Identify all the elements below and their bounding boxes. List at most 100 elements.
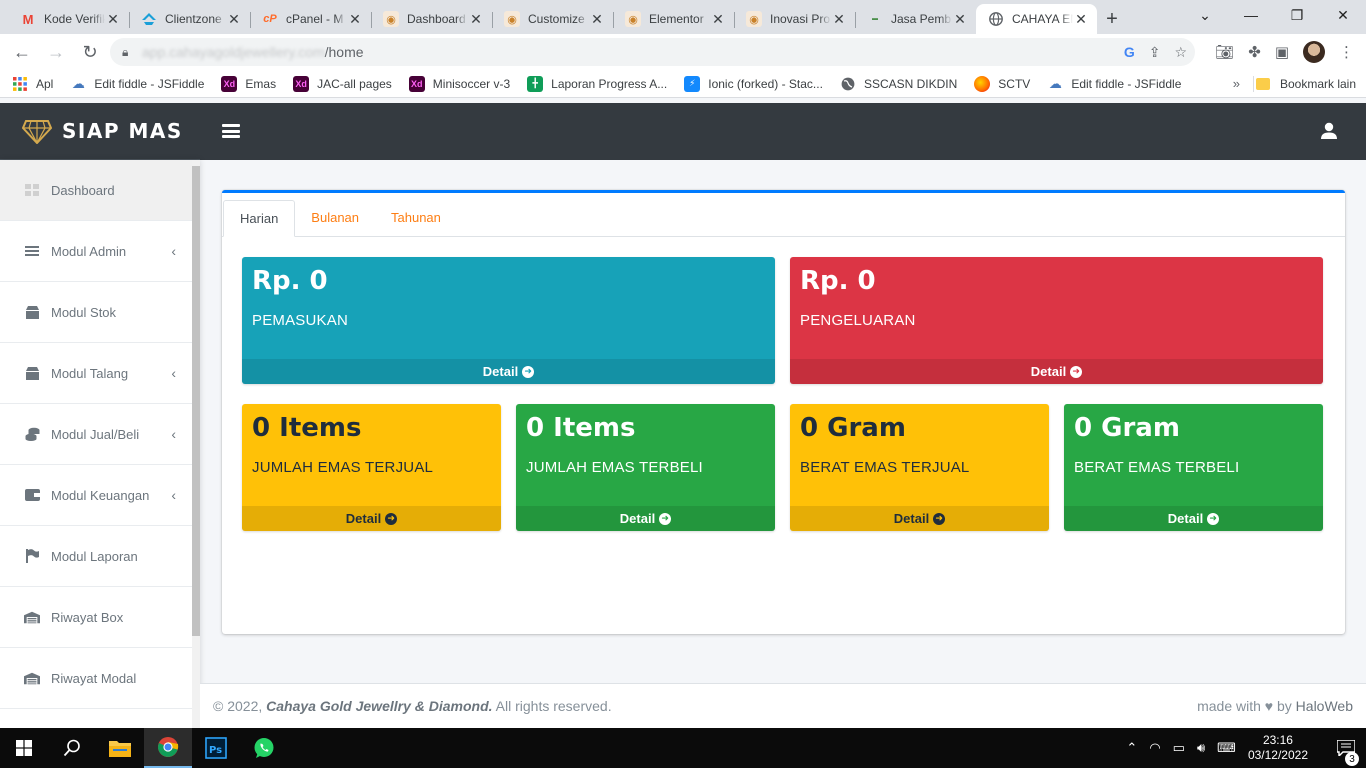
chevron-left-icon: ‹ bbox=[171, 487, 176, 503]
chevron-left-icon: ‹ bbox=[171, 426, 176, 442]
tab-bulanan[interactable]: Bulanan bbox=[295, 199, 375, 236]
sidebar-item-riwayat-box[interactable]: Riwayat Box bbox=[0, 587, 192, 648]
sidebar-item-modul-jual-beli[interactable]: Modul Jual/Beli ‹ bbox=[0, 404, 192, 465]
bookmark[interactable]: ⚡ Ionic (forked) - Stac... bbox=[684, 75, 823, 92]
stat-value: 0 Gram bbox=[1074, 413, 1180, 443]
close-tab-icon[interactable]: ✕ bbox=[952, 11, 968, 28]
close-tab-icon[interactable]: ✕ bbox=[347, 11, 363, 28]
search-icon[interactable] bbox=[48, 728, 96, 768]
sidebar-item-modul-admin[interactable]: Modul Admin ‹ bbox=[0, 221, 192, 282]
stat-label: BERAT EMAS TERJUAL bbox=[800, 459, 970, 476]
close-tab-icon[interactable]: ✕ bbox=[1073, 11, 1089, 28]
forward-icon[interactable]: → bbox=[40, 36, 72, 68]
hamburger-menu-icon[interactable] bbox=[222, 122, 240, 140]
user-icon[interactable] bbox=[1320, 122, 1338, 140]
detail-link[interactable]: Detail ➜ bbox=[790, 359, 1323, 384]
author-link[interactable]: HaloWeb bbox=[1296, 698, 1353, 714]
address-bar[interactable]: 🔒︎ app.cahayagoldjewellery.com/home G ⇪ … bbox=[110, 38, 1195, 66]
clock[interactable]: 23:16 03/12/2022 bbox=[1248, 733, 1308, 763]
brand-name: SIAP MAS bbox=[62, 119, 183, 143]
browser-tab[interactable]: ▬ Jasa Pemb ✕ bbox=[855, 4, 976, 34]
browser-tab[interactable]: Clientzone ✕ bbox=[129, 4, 250, 34]
stat-box-jumlah-terjual: 0 Items JUMLAH EMAS TERJUAL Detail ➜ bbox=[242, 404, 501, 531]
wifi-icon[interactable]: ◠ bbox=[1149, 740, 1160, 756]
menu-dots-icon[interactable]: ⋮ bbox=[1339, 43, 1354, 61]
tab-tahunan[interactable]: Tahunan bbox=[375, 199, 457, 236]
copyright-text: © 2022, Cahaya Gold Jewellry & Diamond. … bbox=[213, 698, 612, 714]
bookmark[interactable]: Xd JAC-all pages bbox=[293, 75, 392, 92]
share-icon[interactable]: ⇪ bbox=[1149, 44, 1161, 61]
sidebar-item-modul-talang[interactable]: Modul Talang ‹ bbox=[0, 343, 192, 404]
sidebar-item-label: Dashboard bbox=[51, 182, 115, 198]
bookmark[interactable]: ☁︎ Edit fiddle - JSFiddle bbox=[1047, 76, 1182, 92]
stat-value: Rp. 0 bbox=[800, 266, 876, 296]
box-icon bbox=[24, 305, 40, 319]
file-explorer-icon[interactable] bbox=[96, 728, 144, 768]
bookmark[interactable]: SSCASN DIKDIN bbox=[840, 76, 957, 92]
bookmark[interactable]: Xd Minisoccer v-3 bbox=[408, 75, 510, 92]
browser-tab[interactable]: ◉ Customize ✕ bbox=[492, 4, 613, 34]
keyboard-icon[interactable]: ⌨ bbox=[1217, 740, 1236, 756]
sidebar-item-modul-keuangan[interactable]: Modul Keuangan ‹ bbox=[0, 465, 192, 526]
sidebar-item-dashboard[interactable]: Dashboard bbox=[0, 160, 192, 221]
sidebar-item-label: Modul Stok bbox=[51, 304, 117, 320]
bookmark[interactable]: Apl bbox=[12, 76, 53, 92]
company-link[interactable]: Cahaya Gold Jewellry & Diamond. bbox=[266, 698, 492, 714]
restore-icon[interactable]: ❐ bbox=[1274, 0, 1320, 30]
bookmark[interactable]: SCTV bbox=[974, 75, 1030, 92]
close-tab-icon[interactable]: ✕ bbox=[468, 11, 484, 28]
notification-center-icon[interactable]: 3 bbox=[1326, 740, 1366, 766]
bookmark[interactable]: ╋ Laporan Progress A... bbox=[527, 75, 667, 92]
tab-search-icon[interactable]: ⌄ bbox=[1182, 0, 1228, 30]
bookmark[interactable]: Xd Emas bbox=[221, 75, 276, 92]
camera-icon[interactable]: 📷︎ bbox=[1215, 43, 1234, 61]
sidebar: Dashboard Modul Admin ‹ Modul Stok Modul… bbox=[0, 160, 200, 728]
sidebar-item-riwayat-modal[interactable]: Riwayat Modal bbox=[0, 648, 192, 709]
photoshop-icon[interactable]: Ps bbox=[192, 728, 240, 768]
close-tab-icon[interactable]: ✕ bbox=[226, 11, 242, 28]
detail-link[interactable]: Detail ➜ bbox=[242, 506, 501, 531]
close-tab-icon[interactable]: ✕ bbox=[831, 11, 847, 28]
close-window-icon[interactable]: ✕ bbox=[1320, 0, 1366, 30]
minimize-icon[interactable]: — bbox=[1228, 0, 1274, 30]
close-tab-icon[interactable]: ✕ bbox=[710, 11, 726, 28]
close-tab-icon[interactable]: ✕ bbox=[105, 11, 121, 28]
browser-tab-active[interactable]: CAHAYA EMAS ✕ bbox=[976, 4, 1097, 34]
browser-tab[interactable]: cP cPanel - M ✕ bbox=[250, 4, 371, 34]
other-bookmarks[interactable]: Bookmark lain bbox=[1255, 70, 1356, 98]
brand-link[interactable]: SIAP MAS bbox=[0, 103, 200, 160]
cpanel-icon: cP bbox=[263, 13, 277, 25]
bookmarks-overflow-button[interactable]: » bbox=[1233, 76, 1240, 91]
detail-link[interactable]: Detail ➜ bbox=[242, 359, 775, 384]
detail-link[interactable]: Detail ➜ bbox=[1064, 506, 1323, 531]
profile-avatar[interactable] bbox=[1303, 41, 1325, 63]
sidepanel-icon[interactable]: ▣ bbox=[1275, 43, 1289, 61]
tab-harian[interactable]: Harian bbox=[223, 200, 296, 237]
sidebar-scrollbar-thumb[interactable] bbox=[192, 166, 200, 636]
battery-icon[interactable]: ▭ bbox=[1173, 740, 1185, 756]
chevron-up-icon[interactable]: ⌃ bbox=[1126, 740, 1137, 756]
extensions-icon[interactable]: ✤ bbox=[1248, 43, 1261, 61]
arrow-circle-right-icon: ➜ bbox=[522, 365, 535, 378]
bookmark[interactable]: ☁︎ Edit fiddle - JSFiddle bbox=[70, 76, 205, 92]
close-tab-icon[interactable]: ✕ bbox=[589, 11, 605, 28]
browser-tab[interactable]: ◉ Dashboard ✕ bbox=[371, 4, 492, 34]
reload-icon[interactable]: ↻ bbox=[74, 36, 106, 68]
sidebar-item-modul-stok[interactable]: Modul Stok bbox=[0, 282, 192, 343]
detail-link[interactable]: Detail ➜ bbox=[516, 506, 775, 531]
back-icon[interactable]: ← bbox=[6, 36, 38, 68]
new-tab-button[interactable]: + bbox=[1097, 4, 1127, 34]
star-icon[interactable]: ☆ bbox=[1174, 44, 1187, 61]
windows-start-icon[interactable] bbox=[0, 728, 48, 768]
detail-link[interactable]: Detail ➜ bbox=[790, 506, 1049, 531]
sidebar-item-modul-laporan[interactable]: Modul Laporan bbox=[0, 526, 192, 587]
browser-tab[interactable]: ◉ Elementor ✕ bbox=[613, 4, 734, 34]
whatsapp-icon[interactable] bbox=[240, 728, 288, 768]
chrome-icon[interactable] bbox=[144, 728, 192, 768]
google-icon[interactable]: G bbox=[1124, 44, 1135, 60]
volume-icon[interactable]: 🔊︎ bbox=[1197, 740, 1205, 756]
site-icon: ◉ bbox=[746, 11, 762, 27]
browser-tab[interactable]: ◉ Inovasi Pro ✕ bbox=[734, 4, 855, 34]
globe-icon bbox=[840, 76, 856, 92]
browser-tab[interactable]: M Kode Verifikasi ✕ bbox=[8, 4, 129, 34]
